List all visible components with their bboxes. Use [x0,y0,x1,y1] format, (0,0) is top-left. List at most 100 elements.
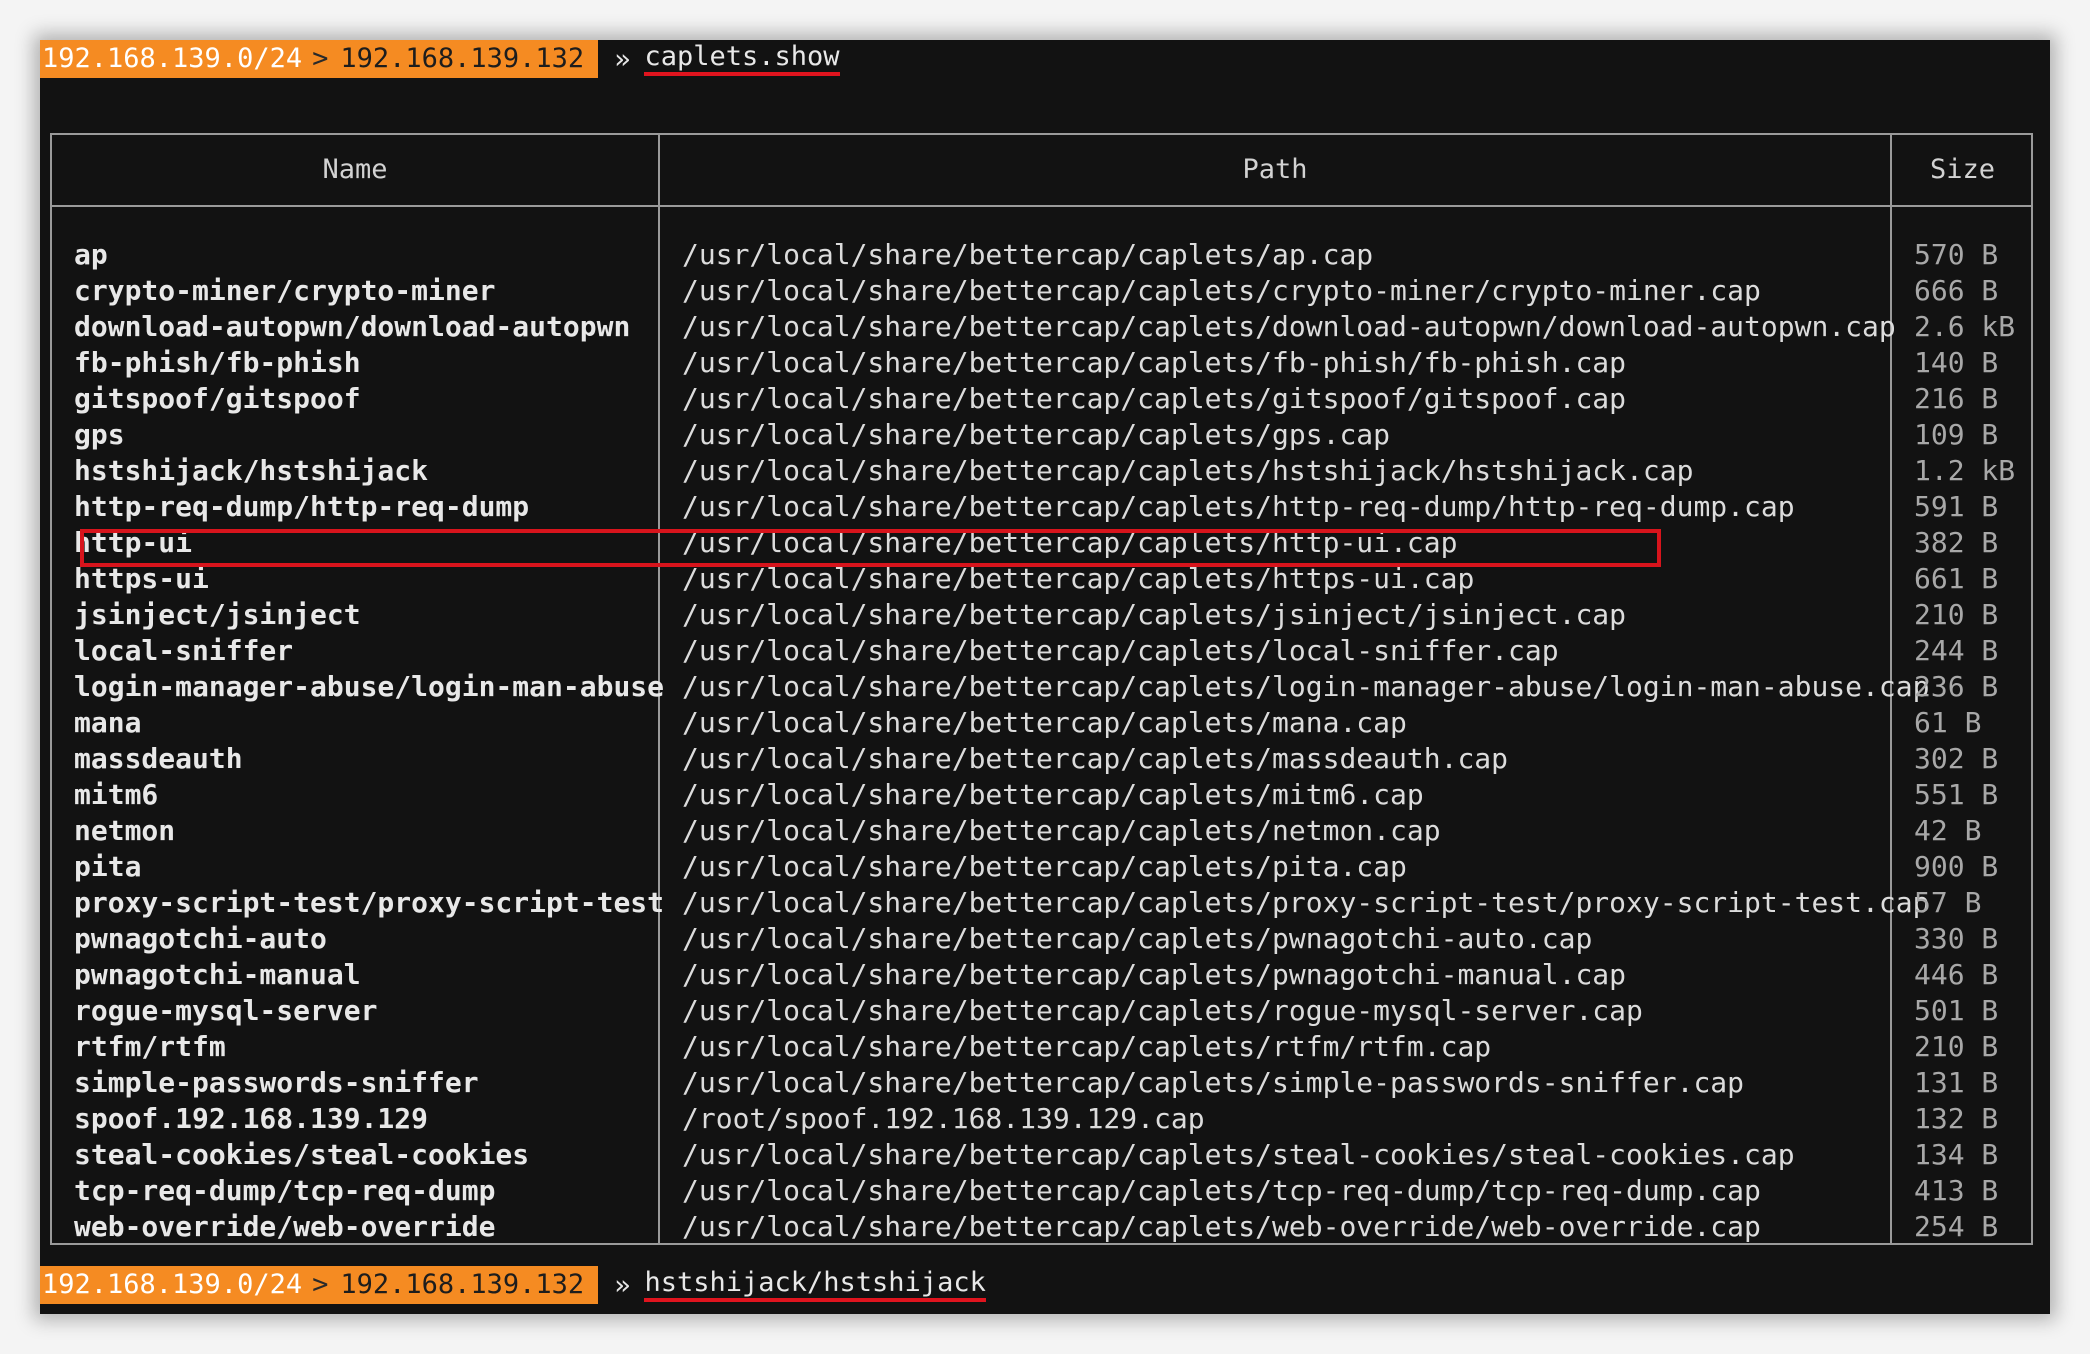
caplet-path: /usr/local/share/bettercap/caplets/hstsh… [682,454,1694,487]
table-row: mana/usr/local/share/bettercap/caplets/m… [52,705,2031,741]
caplet-path: /usr/local/share/bettercap/caplets/gps.c… [682,418,1391,451]
caplet-size: 210 B [1914,1030,1999,1063]
caplet-size: 210 B [1914,598,1999,631]
prompt-separator: » [614,43,631,75]
caplet-path: /usr/local/share/bettercap/caplets/login… [682,670,1930,703]
caplet-path: /usr/local/share/bettercap/caplets/pita.… [682,850,1407,883]
header-divider [52,205,2031,207]
table-row: massdeauth/usr/local/share/bettercap/cap… [52,741,2031,777]
table-row: pita/usr/local/share/bettercap/caplets/p… [52,849,2031,885]
caplet-path: /usr/local/share/bettercap/caplets/jsinj… [682,598,1627,631]
prompt-network: 192.168.139.0/24 [40,40,303,78]
caplet-path: /usr/local/share/bettercap/caplets/ap.ca… [682,238,1374,271]
caplet-name: https-ui [74,562,209,595]
table-row: rtfm/rtfm/usr/local/share/bettercap/capl… [52,1029,2031,1065]
caplet-path: /usr/local/share/bettercap/caplets/http-… [682,526,1458,559]
caplet-size: 109 B [1914,418,1999,451]
caplet-path: /usr/local/share/bettercap/caplets/netmo… [682,814,1441,847]
table-row: fb-phish/fb-phish/usr/local/share/better… [52,345,2031,381]
caplet-name: pwnagotchi-manual [74,958,361,991]
caplet-name: spoof.192.168.139.129 [74,1102,429,1135]
caplet-path: /usr/local/share/bettercap/caplets/rogue… [682,994,1643,1027]
table-row: mitm6/usr/local/share/bettercap/caplets/… [52,777,2031,813]
caplet-size: 131 B [1914,1066,1999,1099]
bottom-prompt: 192.168.139.0/24 > 192.168.139.132 » hst… [40,1266,986,1304]
caplet-name: ap [74,238,108,271]
caplet-path: /usr/local/share/bettercap/caplets/tcp-r… [682,1174,1761,1207]
caplet-size: 330 B [1914,922,1999,955]
caplet-path: /usr/local/share/bettercap/caplets/massd… [682,742,1509,775]
caplet-size: 254 B [1914,1210,1999,1243]
caplet-name: fb-phish/fb-phish [74,346,361,379]
table-row: gitspoof/gitspoof/usr/local/share/better… [52,381,2031,417]
caplet-path: /usr/local/share/bettercap/caplets/pwnag… [682,922,1593,955]
caplet-path: /usr/local/share/bettercap/caplets/https… [682,562,1475,595]
caplet-path: /usr/local/share/bettercap/caplets/local… [682,634,1559,667]
column-header-path: Path [1242,154,1308,185]
terminal-window: 192.168.139.0/24 > 192.168.139.132 » cap… [40,40,2050,1314]
table-row: local-sniffer/usr/local/share/bettercap/… [52,633,2031,669]
table-row: pwnagotchi-auto/usr/local/share/betterca… [52,921,2031,957]
caplet-name: crypto-miner/crypto-miner [74,274,496,307]
column-header-name: Name [322,154,388,185]
caplet-name: hstshijack/hstshijack [74,454,429,487]
caplet-size: 666 B [1914,274,1999,307]
top-prompt: 192.168.139.0/24 > 192.168.139.132 » cap… [40,40,840,78]
caplet-name: gps [74,418,125,451]
command-text: caplets.show [644,42,840,76]
caplet-path: /usr/local/share/bettercap/caplets/fb-ph… [682,346,1627,379]
caplet-name: proxy-script-test/proxy-script-test [74,886,665,919]
caplet-size: 591 B [1914,490,1999,523]
caplet-size: 61 B [1914,706,1982,739]
prompt-arrow: > [302,40,339,78]
caplet-path: /usr/local/share/bettercap/caplets/web-o… [682,1210,1761,1243]
caplet-size: 661 B [1914,562,1999,595]
caplet-path: /usr/local/share/bettercap/caplets/pwnag… [682,958,1627,991]
caplet-size: 2.6 kB [1914,310,2016,343]
caplet-path: /usr/local/share/bettercap/caplets/gitsp… [682,382,1627,415]
caplet-path: /usr/local/share/bettercap/caplets/mana.… [682,706,1407,739]
column-header-size: Size [1929,154,1996,185]
caplet-name: http-ui [74,526,193,559]
caplet-name: mana [74,706,142,739]
caplet-name: tcp-req-dump/tcp-req-dump [74,1174,496,1207]
table-row: https-ui/usr/local/share/bettercap/caple… [52,561,2031,597]
caplet-size: 551 B [1914,778,1999,811]
caplet-size: 382 B [1914,526,1999,559]
caplet-name: pwnagotchi-auto [74,922,327,955]
caplet-name: login-manager-abuse/login-man-abuse [74,670,665,703]
caplet-path: /usr/local/share/bettercap/caplets/proxy… [682,886,1930,919]
table-row: pwnagotchi-manual/usr/local/share/better… [52,957,2031,993]
caplet-size: 501 B [1914,994,1999,1027]
command-input[interactable]: hstshijack/hstshijack [644,1268,986,1302]
caplet-name: rogue-mysql-server [74,994,378,1027]
prompt-network: 192.168.139.0/24 [40,1266,303,1304]
caplet-size: 216 B [1914,382,1999,415]
table-row: hstshijack/hstshijack/usr/local/share/be… [52,453,2031,489]
caplet-path: /usr/local/share/bettercap/caplets/downl… [682,310,1896,343]
table-row: crypto-miner/crypto-miner/usr/local/shar… [52,273,2031,309]
caplet-path: /usr/local/share/bettercap/caplets/http-… [682,490,1795,523]
caplet-name: massdeauth [74,742,243,775]
caplet-name: pita [74,850,142,883]
table-row: netmon/usr/local/share/bettercap/caplets… [52,813,2031,849]
caplet-size: 446 B [1914,958,1999,991]
caplet-path: /usr/local/share/bettercap/caplets/crypt… [682,274,1761,307]
caplet-name: simple-passwords-sniffer [74,1066,479,1099]
caplet-name: web-override/web-override [74,1210,496,1243]
table-row: download-autopwn/download-autopwn/usr/lo… [52,309,2031,345]
caplet-name: steal-cookies/steal-cookies [74,1138,530,1171]
caplet-size: 132 B [1914,1102,1999,1135]
table-row: http-ui/usr/local/share/bettercap/caplet… [52,525,2031,561]
table-row: login-manager-abuse/login-man-abuse/usr/… [52,669,2031,705]
table-body: ap/usr/local/share/bettercap/caplets/ap.… [52,237,2031,1245]
caplet-name: mitm6 [74,778,159,811]
caplet-size: 1.2 kB [1914,454,2016,487]
caplet-name: http-req-dump/http-req-dump [74,490,530,523]
prompt-arrow: > [302,1266,339,1304]
caplet-name: jsinject/jsinject [74,598,361,631]
caplet-path: /usr/local/share/bettercap/caplets/steal… [682,1138,1795,1171]
table-row: web-override/web-override/usr/local/shar… [52,1209,2031,1245]
caplet-size: 413 B [1914,1174,1999,1207]
caplets-table: Name Path Size ap/usr/local/share/better… [50,133,2033,1245]
